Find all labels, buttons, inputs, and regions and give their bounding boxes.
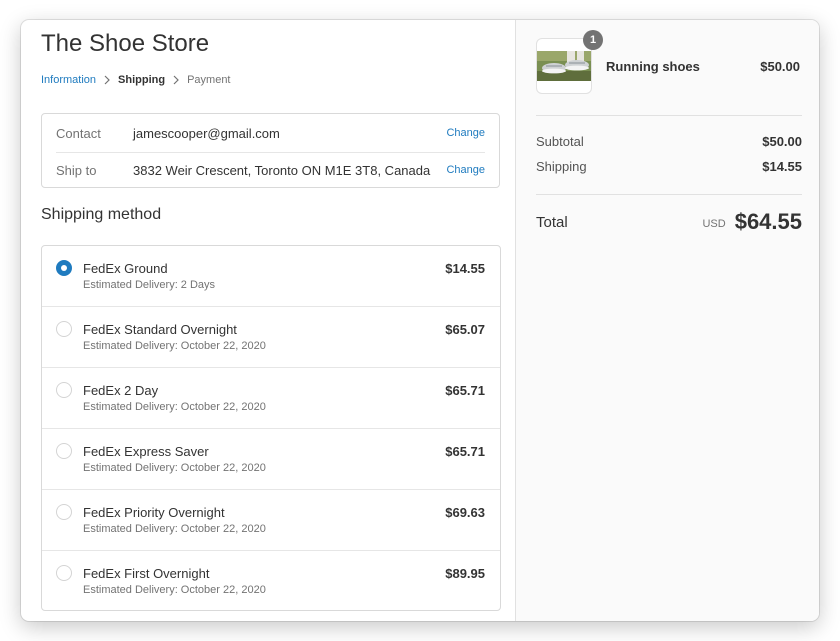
chevron-right-icon [173,75,179,85]
review-label: Contact [56,125,101,141]
shipping-option-radio[interactable] [56,443,72,459]
shipping-option[interactable]: FedEx First Overnight Estimated Delivery:… [42,551,500,610]
shipping-option-price: $65.71 [445,383,485,398]
running-shoes-photo-icon [537,51,591,81]
divider [536,115,802,116]
change-contact-link[interactable]: Change [446,127,485,139]
currency-code: USD [702,218,726,230]
shipping-option[interactable]: FedEx Priority Overnight Estimated Delive… [42,490,500,551]
breadcrumb: Information Shipping Payment [41,73,231,87]
shipping-option[interactable]: FedEx 2 Day Estimated Delivery: October 2… [42,368,500,429]
shipping-option-eta: Estimated Delivery: October 22, 2020 [83,340,266,352]
shipping-method-list: FedEx Ground Estimated Delivery: 2 Days $1… [41,245,501,611]
shipping-option-radio[interactable] [56,504,72,520]
shipping-option[interactable]: FedEx Ground Estimated Delivery: 2 Days $1… [42,246,500,307]
product-line: 1 Running shoes $50.00 [536,30,800,96]
section-title-shipping-method: Shipping method [41,206,162,223]
subtotal-row: Subtotal $50.00 [536,134,802,149]
review-label: Ship to [56,162,97,178]
review-row-ship-to: Ship to 3832 Weir Crescent, Toronto ON M… [56,152,485,188]
quantity-badge: 1 [583,30,603,50]
shipping-option[interactable]: FedEx Standard Overnight Estimated Delive… [42,307,500,368]
shipping-row: Shipping $14.55 [536,159,802,174]
shipping-value: $14.55 [762,159,802,174]
shipping-option-name: FedEx Standard Overnight [83,322,237,337]
shipping-label: Shipping [536,159,587,174]
shipping-option-eta: Estimated Delivery: October 22, 2020 [83,401,266,413]
shipping-option[interactable]: FedEx Express Saver Estimated Delivery: O… [42,429,500,490]
contact-email: jamescooper@gmail.com [133,125,280,141]
breadcrumb-payment: Payment [187,74,231,86]
shipping-option-price: $65.07 [445,322,485,337]
shipping-option-name: FedEx Express Saver [83,444,209,459]
chevron-right-icon [104,75,110,85]
product-price: $50.00 [760,59,800,74]
total-amount: $64.55 [734,209,802,234]
shipping-option-radio[interactable] [56,382,72,398]
shipping-option-price: $14.55 [445,261,485,276]
shipping-option-price: $69.63 [445,505,485,520]
subtotal-label: Subtotal [536,134,584,149]
shipping-option-eta: Estimated Delivery: 2 Days [83,279,216,291]
shipping-option-name: FedEx 2 Day [83,383,159,398]
shipping-option-price: $65.71 [445,444,485,459]
product-name: Running shoes [606,59,700,74]
subtotal-value: $50.00 [762,134,802,149]
shipping-option-name: FedEx Ground [83,261,168,276]
store-title: The Shoe Store [41,30,210,57]
checkout-window: The Shoe Store Information Shipping Paym… [21,20,819,621]
shipping-option-name: FedEx Priority Overnight [83,505,225,520]
checkout-main: The Shoe Store Information Shipping Paym… [21,20,515,621]
product-thumbnail: 1 [536,30,603,94]
shipping-option-name: FedEx First Overnight [83,566,210,581]
order-summary: 1 Running shoes $50.00 Subtotal $50.00 S… [515,20,819,621]
ship-to-address: 3832 Weir Crescent, Toronto ON M1E 3T8, … [133,162,431,178]
shipping-option-eta: Estimated Delivery: October 22, 2020 [83,523,266,535]
total-label: Total [536,213,568,231]
change-ship-to-link[interactable]: Change [446,164,485,176]
review-box: Contact jamescooper@gmail.com Change Shi… [41,113,500,188]
breadcrumb-shipping: Shipping [118,74,166,86]
review-row-contact: Contact jamescooper@gmail.com Change [56,114,485,153]
total-row: Total USD $64.55 [536,208,802,236]
shipping-option-eta: Estimated Delivery: October 22, 2020 [83,462,266,474]
divider [536,194,802,195]
shipping-option-radio[interactable] [56,565,72,581]
shipping-option-eta: Estimated Delivery: October 22, 2020 [83,584,266,596]
shipping-option-radio[interactable] [56,260,72,276]
breadcrumb-information[interactable]: Information [41,74,96,86]
shipping-option-radio[interactable] [56,321,72,337]
shipping-option-price: $89.95 [445,566,485,581]
